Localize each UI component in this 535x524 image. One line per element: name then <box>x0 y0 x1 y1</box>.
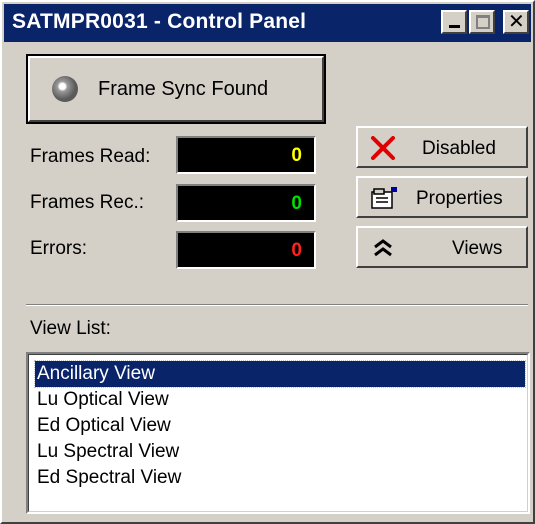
frame-sync-button[interactable]: Frame Sync Found <box>26 54 326 124</box>
status-light-icon <box>52 76 78 102</box>
frames-read-label: Frames Read: <box>30 146 151 167</box>
list-item[interactable]: Ancillary View <box>34 360 526 388</box>
views-button-label: Views <box>452 238 503 259</box>
frames-rec-label: Frames Rec.: <box>30 192 145 213</box>
frames-rec-display: 0 <box>176 184 316 222</box>
properties-icon <box>371 187 397 209</box>
errors-display: 0 <box>176 231 316 269</box>
disabled-button-label: Disabled <box>422 138 496 159</box>
window-title: SATMPR0031 - Control Panel <box>12 10 307 33</box>
maximize-button[interactable] <box>469 10 495 34</box>
frames-rec-value: 0 <box>291 193 302 214</box>
view-list-label: View List: <box>30 318 111 339</box>
frame-sync-label: Frame Sync Found <box>98 78 269 100</box>
close-icon: ✕ <box>508 11 525 33</box>
control-panel-window: SATMPR0031 - Control Panel ✕ Frame Sync … <box>0 0 535 524</box>
properties-button[interactable]: Properties <box>356 176 528 218</box>
minimize-button[interactable] <box>441 10 467 34</box>
close-button[interactable]: ✕ <box>503 10 529 34</box>
list-item[interactable]: Lu Optical View <box>37 387 525 413</box>
errors-label: Errors: <box>30 238 87 259</box>
view-list-box[interactable]: Ancillary View Lu Optical View Ed Optica… <box>26 352 530 514</box>
red-x-icon <box>371 136 395 160</box>
list-item[interactable]: Lu Spectral View <box>37 439 525 465</box>
list-item[interactable]: Ed Spectral View <box>37 465 525 491</box>
frames-read-display: 0 <box>176 136 316 174</box>
list-item[interactable]: Ed Optical View <box>37 413 525 439</box>
double-chevron-up-icon <box>374 239 392 257</box>
properties-button-label: Properties <box>416 188 503 209</box>
errors-value: 0 <box>291 240 302 261</box>
separator-line <box>26 304 528 306</box>
disabled-button[interactable]: Disabled <box>356 126 528 168</box>
title-bar[interactable]: SATMPR0031 - Control Panel ✕ <box>4 4 531 42</box>
frames-read-value: 0 <box>291 145 302 166</box>
views-button[interactable]: Views <box>356 226 528 268</box>
